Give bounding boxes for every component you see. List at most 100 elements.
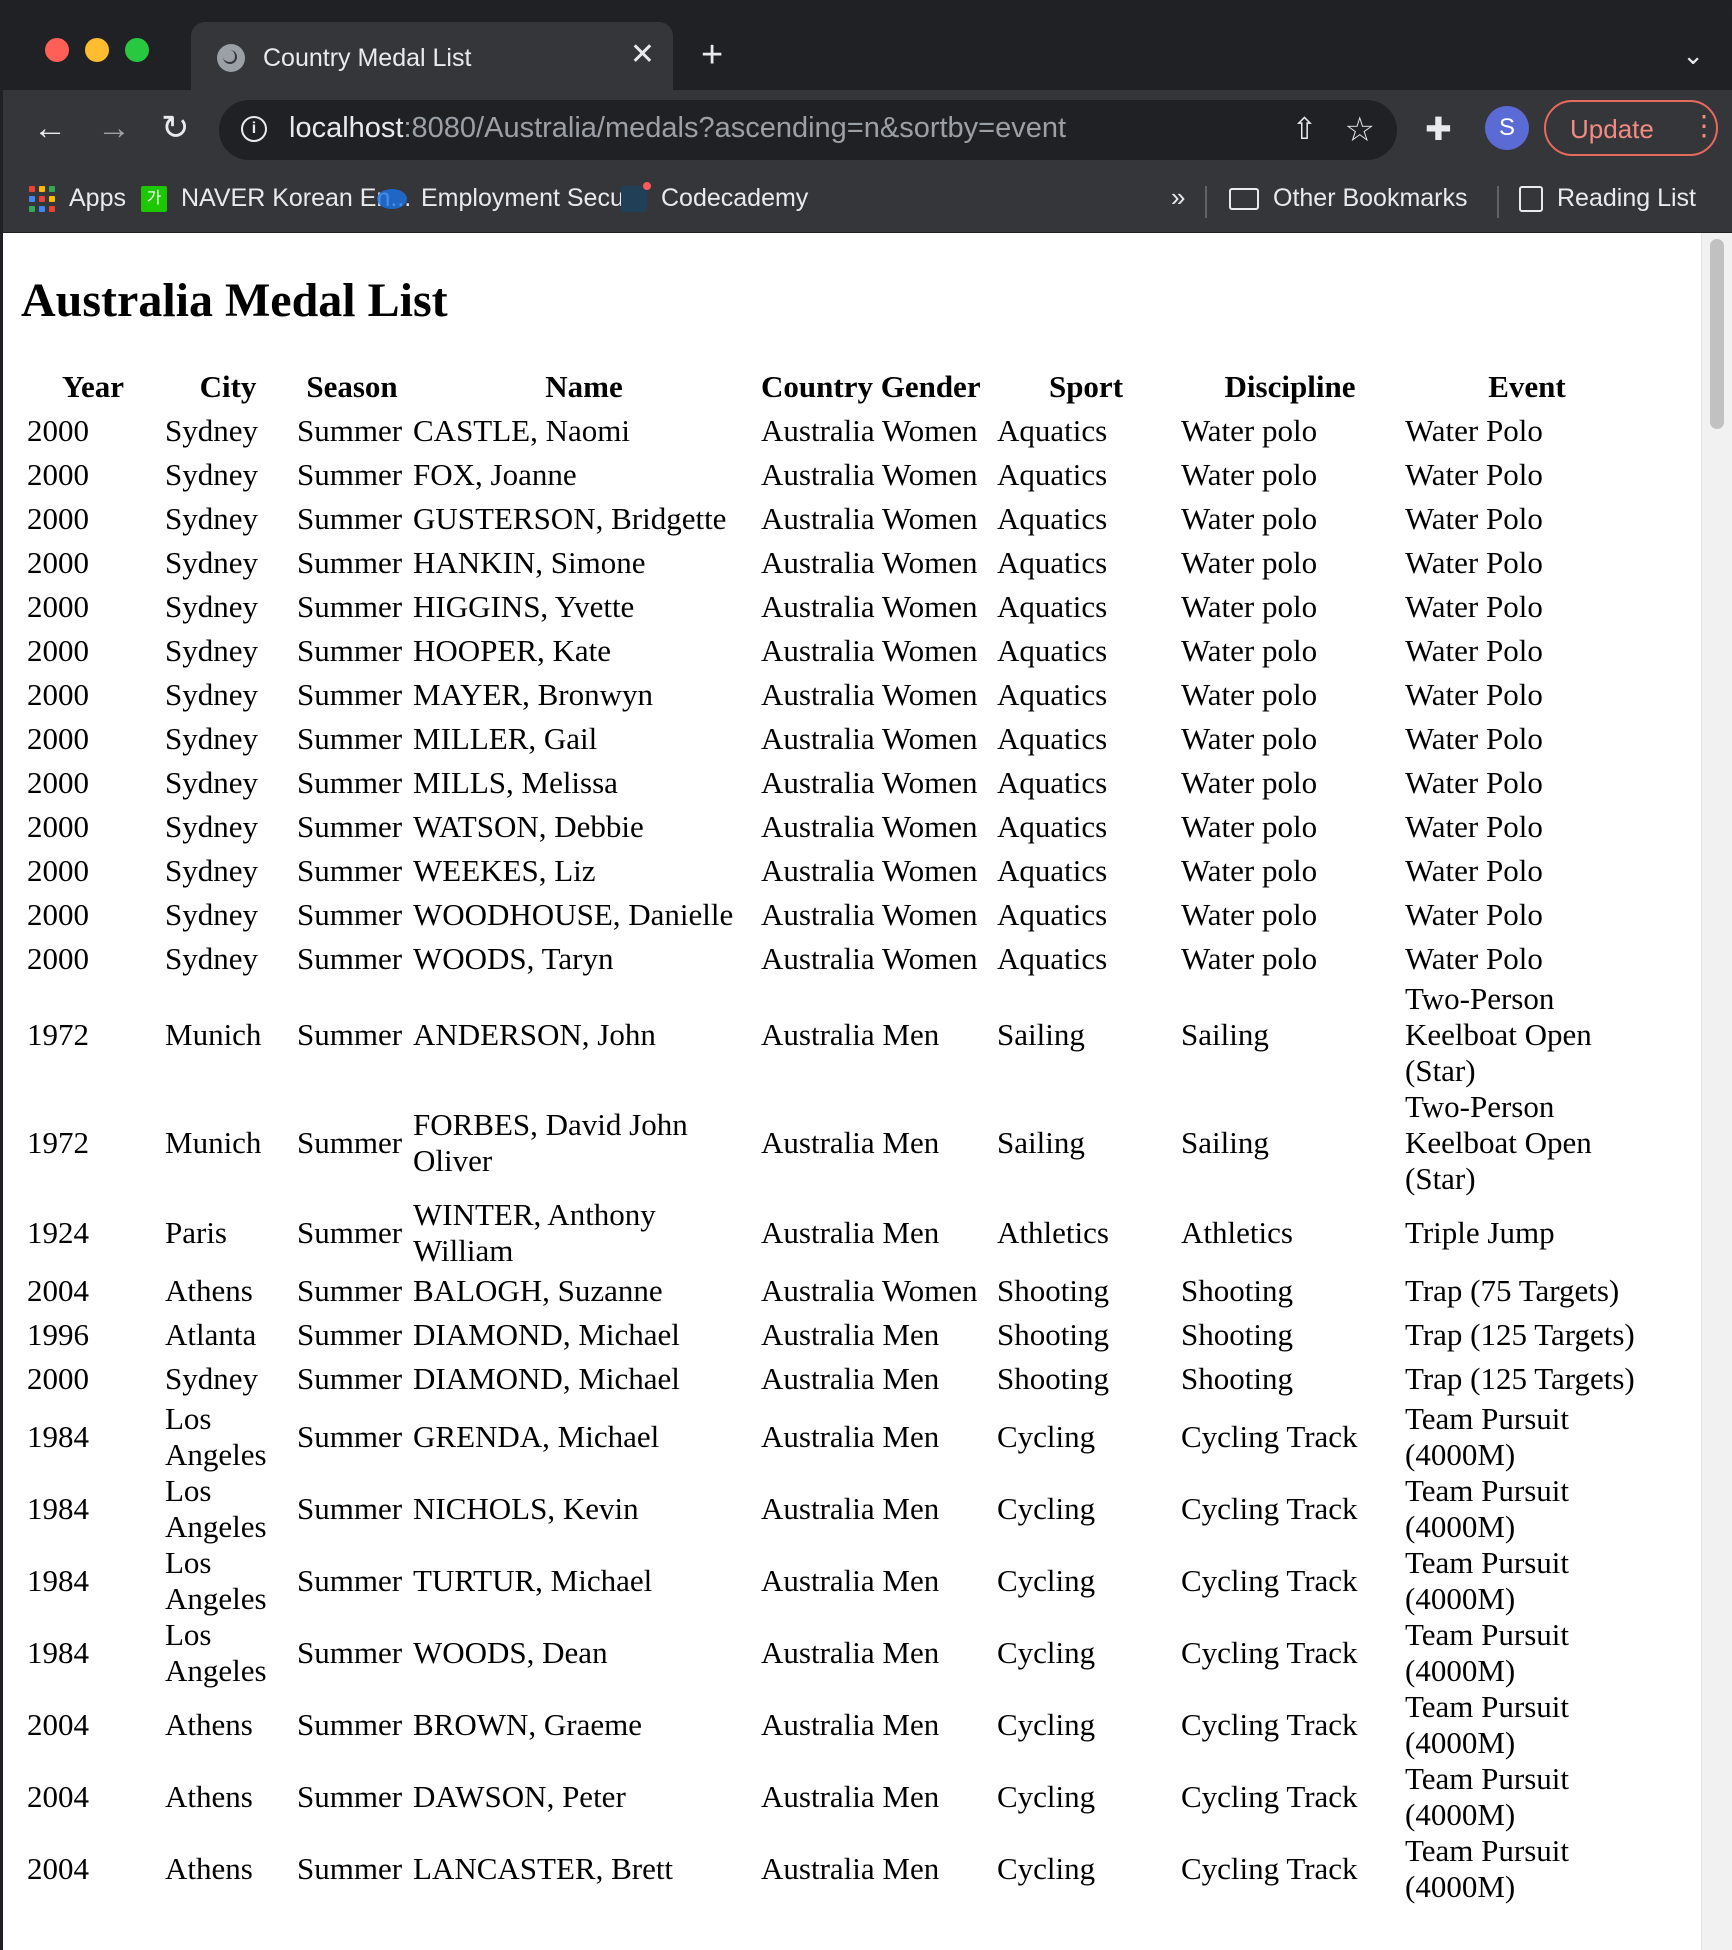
cell-year: 2000 xyxy=(27,941,89,976)
cell-gender: Men xyxy=(882,1779,940,1814)
header-country: Country xyxy=(761,369,873,404)
cell-season: Summer xyxy=(297,1851,403,1886)
forward-button[interactable]: → xyxy=(97,108,131,148)
bookmark-codecademy[interactable]: Codecademy xyxy=(621,182,808,213)
cell-discipline: Cycling Track xyxy=(1181,1635,1358,1670)
cell-discipline: Athletics xyxy=(1181,1215,1293,1250)
cell-gender: Women xyxy=(881,545,978,580)
share-icon[interactable]: ⇧ xyxy=(1292,112,1317,147)
reload-button[interactable]: ↻ xyxy=(161,108,190,148)
chevron-down-icon[interactable]: ⌄ xyxy=(1682,40,1704,71)
scrollbar-thumb[interactable] xyxy=(1710,239,1724,429)
table-row: 1924 Paris Summer WINTER, Anthony William Au… xyxy=(24,1197,1652,1269)
cell-year: 2000 xyxy=(27,1361,89,1396)
cell-country-gender: Australia Women xyxy=(758,673,994,717)
cell-gender: Men xyxy=(882,1491,940,1526)
cell-country-gender: Australia Men xyxy=(758,1401,994,1473)
new-tab-button[interactable]: + xyxy=(701,36,723,74)
cell-country-gender: Australia Women xyxy=(758,717,994,761)
maximize-window-button[interactable] xyxy=(125,38,149,62)
bookmark-apps[interactable]: Apps xyxy=(29,184,126,213)
cell-name: BROWN, Graeme xyxy=(413,1707,642,1742)
update-button[interactable]: Update ⋮ xyxy=(1544,100,1718,156)
cell-gender: Women xyxy=(881,721,978,756)
cell-year: 2000 xyxy=(27,809,89,844)
table-row: 2000 Sydney Summer MILLS, Melissa Australia … xyxy=(24,761,1652,805)
medal-table: Year City Season Name Country Gender Spo… xyxy=(24,365,1652,1905)
cell-city: Munich xyxy=(165,1017,262,1052)
cell-country: Australia xyxy=(761,633,875,668)
cell-city: Athens xyxy=(165,1707,253,1742)
table-row: 2000 Sydney Summer CASTLE, Naomi Australia W… xyxy=(24,409,1652,453)
cell-name: ANDERSON, John xyxy=(413,1017,656,1052)
table-row: 2000 Sydney Summer MILLER, Gail Australia Wo… xyxy=(24,717,1652,761)
cell-discipline: Water polo xyxy=(1181,457,1318,492)
cell-year: 2000 xyxy=(27,545,89,580)
cell-country-gender: Australia Men xyxy=(758,1357,994,1401)
cell-year: 2000 xyxy=(27,589,89,624)
cell-name: WINTER, Anthony William xyxy=(413,1197,656,1268)
cell-season: Summer xyxy=(297,721,403,756)
cell-country: Australia xyxy=(761,765,875,800)
cell-city: Munich xyxy=(165,1125,262,1160)
cell-year: 1924 xyxy=(27,1215,89,1250)
cell-gender: Men xyxy=(882,1017,940,1052)
cell-gender: Women xyxy=(881,897,978,932)
bookmarks-bar: Apps 가 NAVER Korean En... Employment Secu… xyxy=(3,172,1732,233)
cell-name: WEEKES, Liz xyxy=(413,853,596,888)
cell-name: LANCASTER, Brett xyxy=(413,1851,674,1886)
cell-city: Sydney xyxy=(165,413,258,448)
url-text[interactable]: localhost:8080/Australia/medals?ascendin… xyxy=(289,112,1066,145)
cell-sport: Aquatics xyxy=(997,765,1108,800)
cell-sport: Aquatics xyxy=(997,633,1108,668)
cell-sport: Cycling xyxy=(997,1419,1096,1454)
cell-country: Australia xyxy=(761,809,875,844)
cell-country: Australia xyxy=(761,1419,875,1454)
cell-season: Summer xyxy=(297,897,403,932)
cell-country-gender: Australia Men xyxy=(758,1617,994,1689)
cell-country: Australia xyxy=(761,589,875,624)
cell-sport: Sailing xyxy=(997,1017,1085,1052)
bookmark-naver[interactable]: 가 NAVER Korean En... xyxy=(141,184,411,213)
minimize-window-button[interactable] xyxy=(85,38,109,62)
table-row: 1984 Los Angeles Summer NICHOLS, Kevin Austr… xyxy=(24,1473,1652,1545)
cell-discipline: Cycling Track xyxy=(1181,1851,1358,1886)
cell-event: Water Polo xyxy=(1405,941,1543,976)
cell-gender: Men xyxy=(882,1851,940,1886)
cell-year: 2004 xyxy=(27,1707,89,1742)
cell-name: TURTUR, Michael xyxy=(413,1563,653,1598)
more-bookmarks-button[interactable]: » xyxy=(1171,182,1185,213)
bookmark-employment[interactable]: Employment Secu... xyxy=(377,184,645,213)
cell-country-gender: Australia Women xyxy=(758,761,994,805)
back-button[interactable]: ← xyxy=(33,108,67,148)
extensions-puzzle-icon[interactable]: ✚ xyxy=(1425,110,1452,148)
cell-year: 1972 xyxy=(27,1125,89,1160)
info-icon[interactable]: i xyxy=(241,116,267,142)
cell-country: Australia xyxy=(761,457,875,492)
cell-sport: Aquatics xyxy=(997,721,1108,756)
vertical-scrollbar[interactable] xyxy=(1701,233,1732,1950)
address-bar[interactable]: i localhost:8080/Australia/medals?ascend… xyxy=(219,100,1397,160)
cell-sport: Aquatics xyxy=(997,941,1108,976)
profile-avatar[interactable]: S xyxy=(1485,106,1529,150)
cell-city: Athens xyxy=(165,1851,253,1886)
close-tab-icon[interactable]: ✕ xyxy=(630,40,655,70)
cell-event: Water Polo xyxy=(1405,413,1543,448)
bookmark-other[interactable]: Other Bookmarks xyxy=(1229,184,1468,213)
cell-season: Summer xyxy=(297,1779,403,1814)
cell-name: FOX, Joanne xyxy=(413,457,577,492)
cell-country-gender: Australia Women xyxy=(758,497,994,541)
cell-season: Summer xyxy=(297,1563,403,1598)
close-window-button[interactable] xyxy=(45,38,69,62)
cell-gender: Men xyxy=(882,1707,940,1742)
cell-sport: Sailing xyxy=(997,1125,1085,1160)
bookmark-reading-list[interactable]: Reading List xyxy=(1519,184,1696,213)
bookmark-star-icon[interactable]: ☆ xyxy=(1345,110,1375,150)
page-title: Australia Medal List xyxy=(21,274,448,327)
cell-name: MILLER, Gail xyxy=(413,721,598,756)
cell-name: DAWSON, Peter xyxy=(413,1779,626,1814)
tab-country-medal-list[interactable]: Country Medal List ✕ xyxy=(191,22,673,90)
cell-event: Water Polo xyxy=(1405,809,1543,844)
header-discipline: Discipline xyxy=(1224,369,1356,404)
cell-city: Los Angeles xyxy=(165,1401,267,1472)
